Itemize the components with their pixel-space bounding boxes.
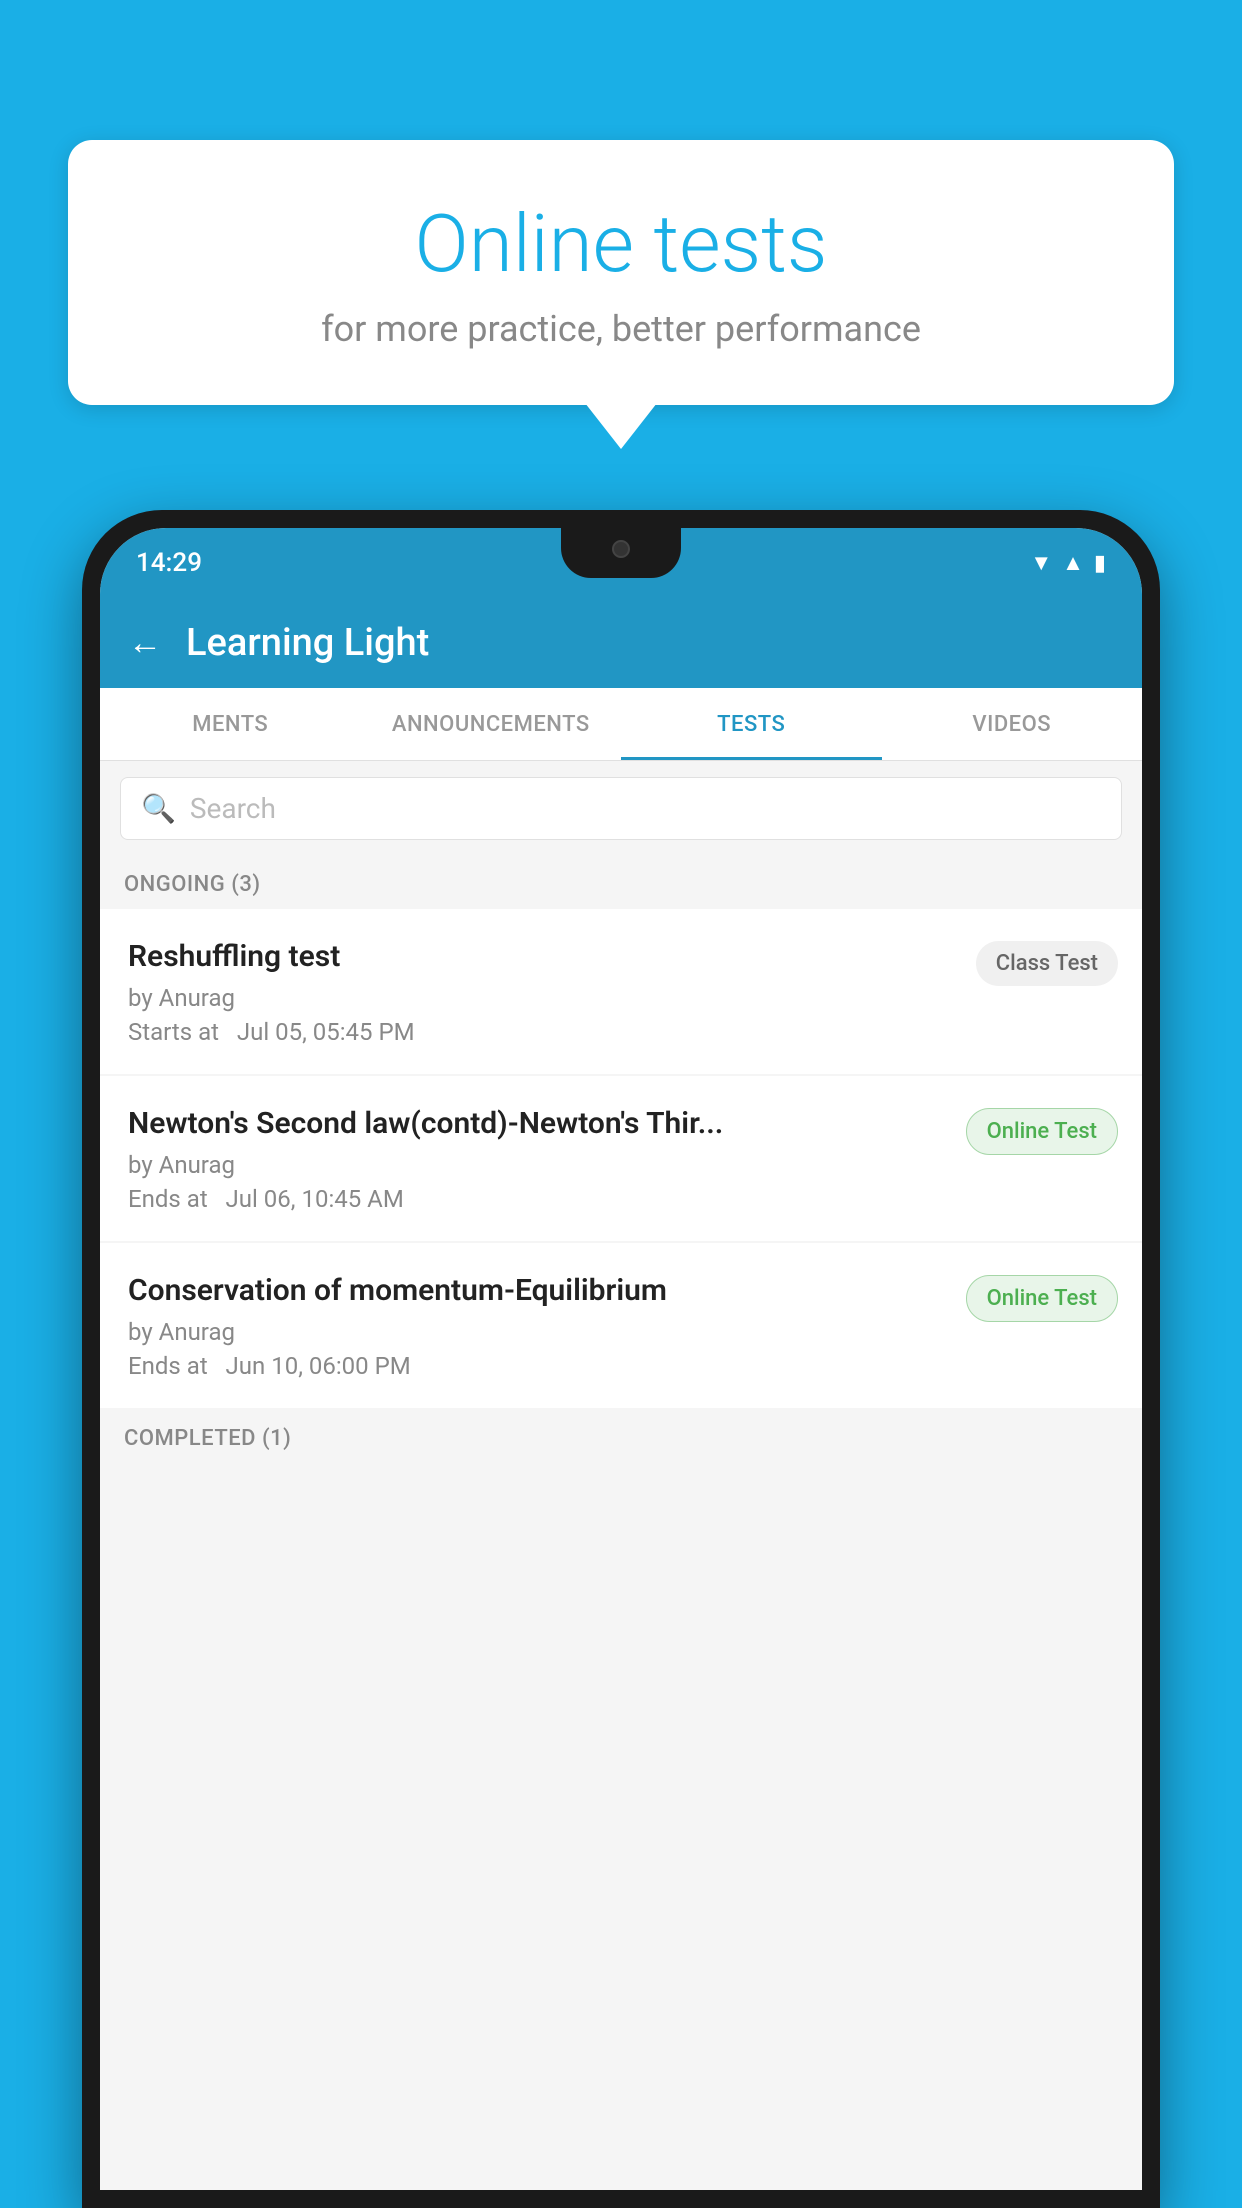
search-placeholder: Search — [190, 792, 276, 825]
test-card-reshuffling[interactable]: Reshuffling test by Anurag Starts at Jul… — [100, 909, 1142, 1074]
test-date-conservation: Ends at Jun 10, 06:00 PM — [128, 1352, 950, 1380]
section-completed-header: COMPLETED (1) — [100, 1410, 1142, 1463]
battery-icon: ▮ — [1094, 551, 1106, 576]
search-bar[interactable]: 🔍 Search — [120, 777, 1122, 840]
status-icons: ▼ ▲ ▮ — [1030, 550, 1106, 576]
bubble-subtitle: for more practice, better performance — [108, 308, 1134, 350]
tab-ments[interactable]: MENTS — [100, 688, 361, 760]
tab-announcements[interactable]: ANNOUNCEMENTS — [361, 688, 622, 760]
phone-frame: 14:29 ▼ ▲ ▮ ← Learning Light MENTS ANNOU… — [82, 510, 1160, 2208]
test-name-newtons: Newton's Second law(contd)-Newton's Thir… — [128, 1104, 950, 1143]
content-area: ONGOING (3) Reshuffling test by Anurag S… — [100, 856, 1142, 2190]
notch — [561, 528, 681, 578]
camera — [612, 540, 630, 558]
bubble-title: Online tests — [108, 200, 1134, 288]
test-name-reshuffling: Reshuffling test — [128, 937, 960, 976]
status-time: 14:29 — [136, 548, 202, 578]
test-name-conservation: Conservation of momentum-Equilibrium — [128, 1271, 950, 1310]
test-badge-reshuffling: Class Test — [976, 941, 1118, 986]
test-date-newtons: Ends at Jul 06, 10:45 AM — [128, 1185, 950, 1213]
test-author-newtons: by Anurag — [128, 1151, 950, 1179]
test-author-reshuffling: by Anurag — [128, 984, 960, 1012]
app-bar: ← Learning Light — [100, 598, 1142, 688]
tab-tests[interactable]: TESTS — [621, 688, 882, 760]
status-bar: 14:29 ▼ ▲ ▮ — [100, 528, 1142, 598]
test-card-newtons[interactable]: Newton's Second law(contd)-Newton's Thir… — [100, 1076, 1142, 1241]
tabs-container: MENTS ANNOUNCEMENTS TESTS VIDEOS — [100, 688, 1142, 761]
test-card-conservation[interactable]: Conservation of momentum-Equilibrium by … — [100, 1243, 1142, 1408]
test-info-conservation: Conservation of momentum-Equilibrium by … — [128, 1271, 966, 1380]
tab-videos[interactable]: VIDEOS — [882, 688, 1143, 760]
test-badge-conservation: Online Test — [966, 1275, 1118, 1322]
signal-icon: ▲ — [1062, 550, 1084, 576]
search-container: 🔍 Search — [100, 761, 1142, 856]
back-button[interactable]: ← — [128, 623, 162, 663]
phone-screen: 14:29 ▼ ▲ ▮ ← Learning Light MENTS ANNOU… — [100, 528, 1142, 2190]
section-ongoing-header: ONGOING (3) — [100, 856, 1142, 909]
wifi-icon: ▼ — [1030, 550, 1052, 576]
test-badge-newtons: Online Test — [966, 1108, 1118, 1155]
search-icon: 🔍 — [141, 792, 176, 825]
test-info-newtons: Newton's Second law(contd)-Newton's Thir… — [128, 1104, 966, 1213]
app-title: Learning Light — [186, 621, 429, 665]
test-author-conservation: by Anurag — [128, 1318, 950, 1346]
promo-bubble: Online tests for more practice, better p… — [68, 140, 1174, 405]
test-info-reshuffling: Reshuffling test by Anurag Starts at Jul… — [128, 937, 976, 1046]
test-date-reshuffling: Starts at Jul 05, 05:45 PM — [128, 1018, 960, 1046]
